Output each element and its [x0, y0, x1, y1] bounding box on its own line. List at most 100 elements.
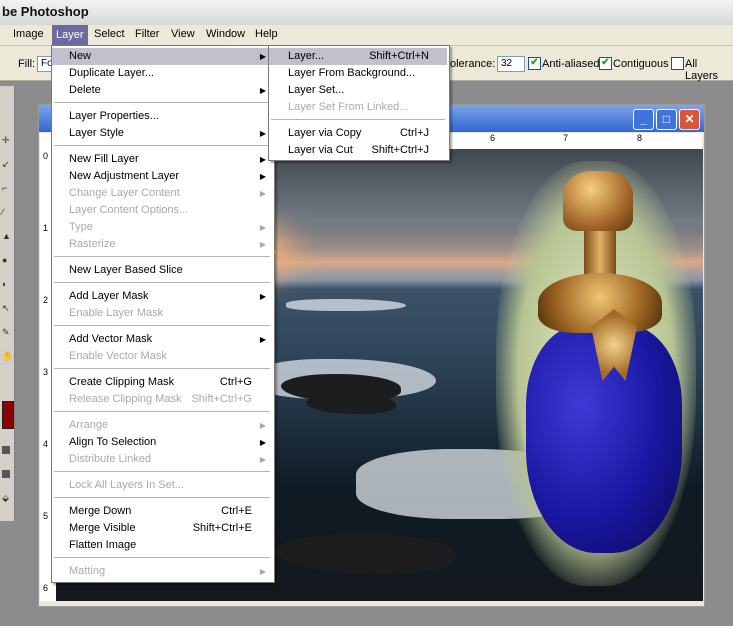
- menu-item-label: Align To Selection: [69, 436, 157, 448]
- menu-item-label: Delete: [69, 84, 101, 96]
- layer-menu-item-create-clipping-mask[interactable]: Create Clipping Mask Ctrl+G: [52, 374, 272, 391]
- ruler-v-label: 6: [43, 583, 49, 593]
- path-tool-icon[interactable]: ↖: [2, 304, 10, 313]
- layer-menu-item-rasterize: Rasterize ▶: [52, 236, 272, 253]
- submenu-arrow-icon: ▶: [259, 421, 266, 430]
- submenu-arrow-icon: ▶: [259, 335, 266, 344]
- screen-mode-icon[interactable]: [2, 470, 10, 478]
- menu-layer[interactable]: Layer: [52, 25, 88, 45]
- layer-menu-item-delete[interactable]: Delete ▶: [52, 82, 272, 99]
- anti-aliased-checkbox[interactable]: ✔: [528, 57, 541, 70]
- contiguous-checkbox[interactable]: ✔: [599, 57, 612, 70]
- layer-menu-item-layer-content-options: Layer Content Options...: [52, 202, 272, 219]
- menu-item-label: Add Layer Mask: [69, 290, 149, 302]
- menu-item-shortcut: Shift+Ctrl+G: [191, 393, 252, 405]
- pen-tool-icon[interactable]: ✎: [2, 328, 10, 337]
- foreground-color-swatch[interactable]: [2, 401, 14, 429]
- new-submenu: Layer... Shift+Ctrl+N Layer From Backgroun…: [268, 45, 450, 161]
- jump-to-imageready-icon[interactable]: ⬙: [2, 494, 10, 503]
- layer-menu-item-new-adjustment-layer[interactable]: New Adjustment Layer ▶: [52, 168, 272, 185]
- layer-menu: New ▶ Duplicate Layer... Delete ▶ Layer Prope…: [51, 45, 275, 583]
- layer-menu-item-add-layer-mask[interactable]: Add Layer Mask ▶: [52, 288, 272, 305]
- menu-item-shortcut: Shift+Ctrl+J: [371, 144, 429, 156]
- layer-menu-item-new-fill-layer[interactable]: New Fill Layer ▶: [52, 151, 272, 168]
- layer-menu-item-merge-down[interactable]: Merge Down Ctrl+E: [52, 503, 272, 520]
- menu-item-label: Layer Set From Linked...: [288, 101, 409, 113]
- menu-separator: [54, 256, 270, 257]
- layer-menu-item-new-layer-based-slice[interactable]: New Layer Based Slice: [52, 262, 272, 279]
- dodge-tool-icon[interactable]: ◐: [2, 280, 10, 289]
- layer-menu-item-change-layer-content: Change Layer Content ▶: [52, 185, 272, 202]
- close-button[interactable]: ✕: [679, 109, 700, 130]
- maximize-button[interactable]: □: [656, 109, 677, 130]
- new-submenu-item-layer-via-cut[interactable]: Layer via Cut Shift+Ctrl+J: [269, 142, 447, 159]
- layer-menu-item-enable-layer-mask: Enable Layer Mask: [52, 305, 272, 322]
- move-tool-icon[interactable]: ✛: [2, 136, 10, 145]
- new-submenu-item-layer-via-copy[interactable]: Layer via Copy Ctrl+J: [269, 125, 447, 142]
- ruler-v-label: 4: [43, 439, 49, 449]
- menu-bar: Image Layer Select Filter View Window He…: [0, 25, 733, 46]
- eraser-tool-icon[interactable]: ●: [2, 256, 10, 265]
- layer-menu-item-distribute-linked: Distribute Linked ▶: [52, 451, 272, 468]
- menu-separator: [54, 325, 270, 326]
- new-submenu-item-layer-from-background[interactable]: Layer From Background...: [269, 65, 447, 82]
- new-submenu-item-layer-set[interactable]: Layer Set...: [269, 82, 447, 99]
- menu-item-label: Create Clipping Mask: [69, 376, 175, 388]
- menu-item-label: Layer Style: [69, 127, 125, 139]
- menu-item-label: Flatten Image: [69, 539, 137, 551]
- brush-tool-icon[interactable]: ∕: [2, 208, 10, 217]
- layer-menu-item-lock-all-layers-in-set: Lock All Layers In Set...: [52, 477, 272, 494]
- layer-menu-item-enable-vector-mask: Enable Vector Mask: [52, 348, 272, 365]
- menu-filter[interactable]: Filter: [132, 28, 162, 40]
- ruler-h-label: 7: [563, 133, 569, 143]
- tolerance-label: olerance:: [450, 58, 496, 70]
- tolerance-input[interactable]: 32: [497, 56, 525, 72]
- ruler-h-label: 8: [637, 133, 643, 143]
- all-layers-checkbox[interactable]: [671, 57, 684, 70]
- submenu-arrow-icon: ▶: [259, 129, 266, 138]
- menu-item-shortcut: Ctrl+E: [221, 505, 252, 517]
- ruler-v-label: 3: [43, 367, 49, 377]
- layer-menu-item-layer-style[interactable]: Layer Style ▶: [52, 125, 272, 142]
- layer-menu-item-layer-properties[interactable]: Layer Properties...: [52, 108, 272, 125]
- crop-tool-icon[interactable]: ⌐: [2, 184, 10, 193]
- app-title-bar: be Photoshop: [0, 0, 733, 26]
- menu-separator: [271, 119, 445, 120]
- layer-menu-item-duplicate-layer[interactable]: Duplicate Layer...: [52, 65, 272, 82]
- stamp-tool-icon[interactable]: ▲: [2, 232, 11, 241]
- layer-menu-item-flatten-image[interactable]: Flatten Image: [52, 537, 272, 554]
- ruler-v-label: 0: [43, 151, 49, 161]
- menu-item-label: Layer Set...: [288, 84, 345, 96]
- menu-help[interactable]: Help: [252, 28, 281, 40]
- menu-item-label: Type: [69, 221, 93, 233]
- menu-separator: [54, 411, 270, 412]
- menu-view[interactable]: View: [168, 28, 198, 40]
- layer-menu-item-align-to-selection[interactable]: Align To Selection ▶: [52, 434, 272, 451]
- quickmask-icon[interactable]: [2, 446, 10, 454]
- menu-item-label: Duplicate Layer...: [69, 67, 154, 79]
- layer-menu-item-add-vector-mask[interactable]: Add Vector Mask ▶: [52, 331, 272, 348]
- menu-item-label: New: [69, 50, 92, 62]
- menu-separator: [54, 145, 270, 146]
- new-submenu-item-layer[interactable]: Layer... Shift+Ctrl+N: [269, 48, 447, 65]
- layer-menu-item-arrange: Arrange ▶: [52, 417, 272, 434]
- menu-item-label: Layer Properties...: [69, 110, 159, 122]
- menu-item-label: Enable Layer Mask: [69, 307, 164, 319]
- menu-select[interactable]: Select: [91, 28, 128, 40]
- minimize-button[interactable]: _: [633, 109, 654, 130]
- layer-menu-item-merge-visible[interactable]: Merge Visible Shift+Ctrl+E: [52, 520, 272, 537]
- layer-menu-item-type: Type ▶: [52, 219, 272, 236]
- menu-item-label: Release Clipping Mask: [69, 393, 182, 405]
- perfume-bottle-neck: [584, 229, 616, 279]
- menu-image[interactable]: Image: [10, 28, 47, 40]
- submenu-arrow-icon: ▶: [259, 292, 266, 301]
- layer-menu-item-new[interactable]: New ▶: [52, 48, 272, 65]
- menu-item-label: Enable Vector Mask: [69, 350, 167, 362]
- menu-item-label: New Fill Layer: [69, 153, 139, 165]
- ruler-h-label: 6: [490, 133, 496, 143]
- hand-tool-icon[interactable]: ✋: [2, 352, 13, 361]
- menu-item-label: Layer Content Options...: [69, 204, 189, 216]
- lasso-tool-icon[interactable]: ↙: [2, 160, 10, 169]
- menu-window[interactable]: Window: [203, 28, 248, 40]
- submenu-arrow-icon: ▶: [259, 223, 266, 232]
